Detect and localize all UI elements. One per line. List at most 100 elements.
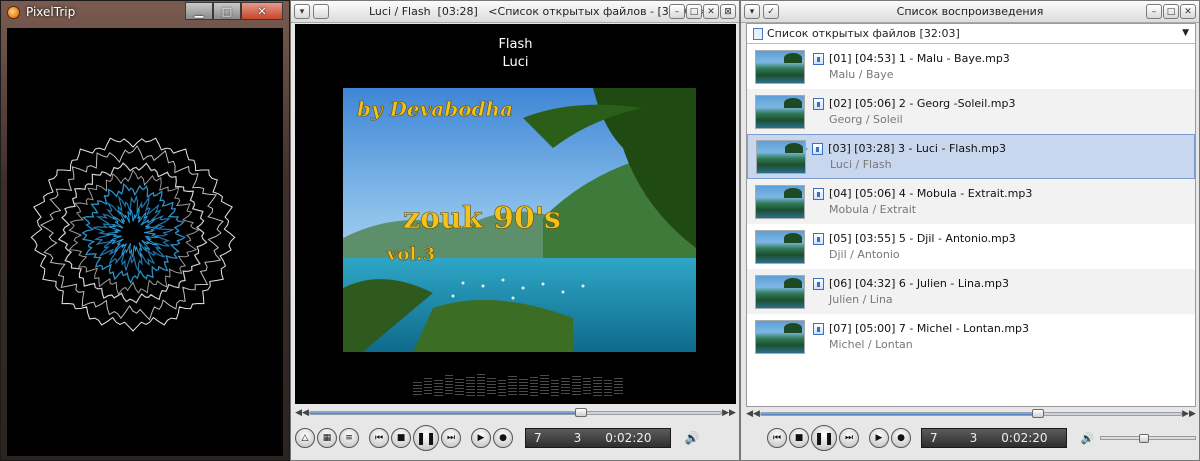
audio-file-icon	[813, 322, 824, 335]
colors-icon[interactable]: ▦	[317, 428, 337, 448]
volume-slider[interactable]	[1100, 434, 1197, 443]
track-line: [01] [04:53] 1 - Malu - Baye.mp3	[829, 52, 1010, 65]
spectrum-bar	[550, 379, 560, 396]
track-line: [05] [03:55] 5 - Djil - Antonio.mp3	[829, 232, 1016, 245]
playlist-item[interactable]: [07] [05:00] 7 - Michel - Lontan.mp3 Mich…	[747, 314, 1195, 359]
close-icon[interactable]: ✕	[703, 4, 719, 19]
track-artist-title: Michel / Lontan	[829, 338, 913, 351]
spectrum-bar	[476, 373, 486, 396]
minimize-icon[interactable]: –	[669, 4, 685, 19]
track-thumbnail	[755, 229, 805, 264]
close-button[interactable]: ✕	[241, 2, 283, 20]
audio-file-icon	[813, 187, 824, 200]
track-line: [02] [05:06] 2 - Georg -Soleil.mp3	[829, 97, 1016, 110]
album-cover: by Devabodha zouk 90's vol.3	[343, 88, 696, 352]
lcd-a: 7	[534, 431, 542, 445]
cover-text-devabodha: by Devabodha	[357, 97, 513, 121]
forward-arrow-icon[interactable]: ▶▶	[1182, 409, 1196, 419]
track-thumbnail	[755, 319, 805, 354]
playlist-item[interactable]: [04] [05:06] 4 - Mobula - Extrait.mp3 Mob…	[747, 179, 1195, 224]
lcd-b: 3	[969, 431, 978, 445]
minimize-icon[interactable]: –	[1146, 4, 1162, 19]
forward-arrow-icon[interactable]: ▶▶	[722, 408, 736, 418]
playlist-selector[interactable]: Список открытых файлов [32:03] ▼	[747, 24, 1195, 44]
track-artist-title: Georg / Soleil	[829, 113, 903, 126]
restore-icon[interactable]: □	[1163, 4, 1179, 19]
stop-button[interactable]: ■	[789, 428, 809, 448]
pause-button[interactable]: ❚❚	[811, 425, 837, 451]
eq-icon[interactable]: ≡	[339, 428, 359, 448]
open-file-button[interactable]: ▶	[869, 428, 889, 448]
track-thumbnail	[755, 94, 805, 129]
lcd-time: 0:02:20	[605, 431, 652, 445]
playlist-window: ▾ ✓ Список воспроизведения – □ ✕ Список …	[740, 0, 1200, 461]
previous-button[interactable]: ⏮	[369, 428, 389, 448]
spectrum-bar	[582, 378, 592, 396]
open-file-button[interactable]: ▶	[471, 428, 491, 448]
audio-file-icon	[812, 142, 824, 155]
open-dvd-icon[interactable]: △	[295, 428, 315, 448]
rewind-arrow-icon[interactable]: ◀◀	[746, 409, 760, 419]
spectrum-analyzer	[413, 370, 623, 396]
volume-icon[interactable]: 🔊	[685, 431, 700, 445]
playlist-rows: [01] [04:53] 1 - Malu - Baye.mp3 Malu / B…	[747, 44, 1195, 359]
file-icon	[753, 27, 763, 40]
next-button[interactable]: ⏭	[441, 428, 461, 448]
pixeltrip-window: PixelTrip ▁ □ ✕	[0, 0, 290, 461]
playlist-item[interactable]: [01] [04:53] 1 - Malu - Baye.mp3 Malu / B…	[747, 44, 1195, 89]
visualizer-canvas	[7, 28, 283, 456]
time-display: 7 3 0:02:20	[921, 428, 1067, 448]
menu-down-icon[interactable]: ▾	[294, 4, 310, 19]
spectrum-bar	[571, 376, 581, 396]
visualizer-rings	[30, 137, 236, 332]
playlist-controls: ⏮ ■ ❚❚ ⏭ ▶ ● 7 3 0:02:20 🔊	[767, 425, 1197, 451]
dock-icon[interactable]: ⊠	[720, 4, 736, 19]
track-line: [03] [03:28] 3 - Luci - Flash.mp3	[828, 142, 1006, 155]
close-icon[interactable]: ✕	[1180, 4, 1196, 19]
audio-file-icon	[813, 277, 824, 290]
previous-button[interactable]: ⏮	[767, 428, 787, 448]
record-button[interactable]: ●	[493, 428, 513, 448]
record-button[interactable]: ●	[891, 428, 911, 448]
track-line: [07] [05:00] 7 - Michel - Lontan.mp3	[829, 322, 1030, 335]
track-artist-title: Djil / Antonio	[829, 248, 900, 261]
playlist-title: Список воспроизведения	[896, 5, 1044, 18]
rewind-arrow-icon[interactable]: ◀◀	[295, 408, 309, 418]
now-playing-artist: Luci	[502, 55, 529, 70]
playlist-item[interactable]: [05] [03:55] 5 - Djil - Antonio.mp3 Djil …	[747, 224, 1195, 269]
minimize-button[interactable]: ▁	[185, 2, 213, 20]
playlist-item[interactable]: ▶[03] [03:28] 3 - Luci - Flash.mp3Luci /…	[747, 134, 1195, 179]
player-seekbar[interactable]: ◀◀ ▶▶	[295, 407, 736, 419]
spectrum-bar	[593, 376, 602, 396]
playlist-item[interactable]: [02] [05:06] 2 - Georg -Soleil.mp3 Georg …	[747, 89, 1195, 134]
playlist-titlebar[interactable]: ▾ ✓ Список воспроизведения – □ ✕	[741, 1, 1199, 23]
seek-knob[interactable]	[575, 408, 588, 417]
chevron-down-icon[interactable]: ▼	[1182, 28, 1189, 38]
seek-knob[interactable]	[1032, 409, 1045, 418]
cover-art: by Devabodha zouk 90's vol.3	[343, 88, 696, 352]
playlist-item[interactable]: [06] [04:32] 6 - Julien - Lina.mp3 Julien…	[747, 269, 1195, 314]
spectrum-bar	[465, 376, 475, 396]
maximize-button[interactable]: □	[213, 2, 241, 20]
audio-file-icon	[813, 52, 824, 65]
pause-button[interactable]: ❚❚	[413, 425, 439, 451]
player-title: Luci / Flash [03:28] <Список открытых фа…	[369, 5, 708, 18]
track-artist-title: Luci / Flash	[830, 158, 892, 171]
track-artist-title: Julien / Lina	[829, 293, 893, 306]
volume-control[interactable]: 🔊	[1081, 432, 1197, 445]
restore-icon[interactable]: □	[686, 4, 702, 19]
spectrum-bar	[497, 380, 507, 396]
visualizer-ring	[57, 162, 208, 304]
spectrum-bar	[434, 380, 443, 396]
spectrum-bar	[444, 375, 454, 396]
stop-button[interactable]: ■	[391, 428, 411, 448]
player-titlebar[interactable]: ▾ Luci / Flash [03:28] <Список открытых …	[291, 1, 739, 23]
video-screen[interactable]: Flash Luci by Devabodha zouk 90's vol.3	[295, 24, 736, 404]
next-button[interactable]: ⏭	[839, 428, 859, 448]
playlist-panel: Список открытых файлов [32:03] ▼ [01] [0…	[746, 23, 1196, 407]
volume-icon[interactable]: 🔊	[1081, 432, 1095, 445]
track-thumbnail	[755, 274, 805, 309]
blank-button[interactable]	[313, 4, 329, 19]
playlist-seekbar[interactable]: ◀◀ ▶▶	[746, 408, 1196, 420]
pixeltrip-titlebar[interactable]: PixelTrip ▁ □ ✕	[1, 1, 289, 23]
